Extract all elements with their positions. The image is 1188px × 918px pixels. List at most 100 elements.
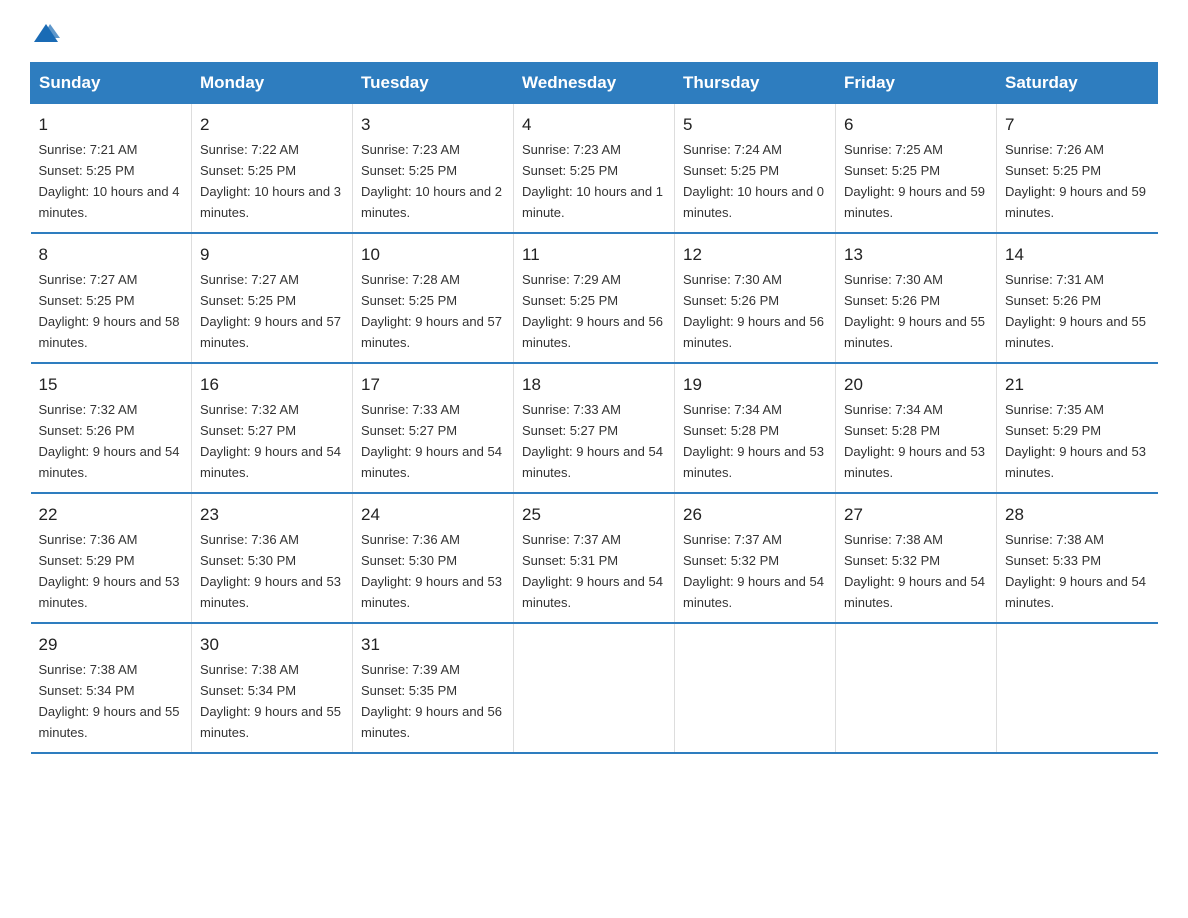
day-number: 10 <box>361 242 505 268</box>
day-number: 23 <box>200 502 344 528</box>
day-number: 4 <box>522 112 666 138</box>
day-number: 21 <box>1005 372 1150 398</box>
calendar-cell: 28 Sunrise: 7:38 AMSunset: 5:33 PMDayligh… <box>997 493 1158 623</box>
day-info: Sunrise: 7:29 AMSunset: 5:25 PMDaylight:… <box>522 272 663 350</box>
calendar-cell: 4 Sunrise: 7:23 AMSunset: 5:25 PMDaylight… <box>514 104 675 234</box>
calendar-cell: 6Sunrise: 7:25 AMSunset: 5:25 PMDaylight… <box>836 104 997 234</box>
calendar-week-row: 1 Sunrise: 7:21 AMSunset: 5:25 PMDaylight… <box>31 104 1158 234</box>
calendar-table: SundayMondayTuesdayWednesdayThursdayFrid… <box>30 62 1158 754</box>
calendar-cell: 14 Sunrise: 7:31 AMSunset: 5:26 PMDayligh… <box>997 233 1158 363</box>
day-number: 2 <box>200 112 344 138</box>
day-info: Sunrise: 7:36 AMSunset: 5:30 PMDaylight:… <box>361 532 502 610</box>
day-number: 12 <box>683 242 827 268</box>
calendar-cell: 30 Sunrise: 7:38 AMSunset: 5:34 PMDayligh… <box>192 623 353 753</box>
day-info: Sunrise: 7:23 AMSunset: 5:25 PMDaylight:… <box>361 142 502 220</box>
weekday-header-monday: Monday <box>192 63 353 104</box>
day-number: 31 <box>361 632 505 658</box>
calendar-cell: 23Sunrise: 7:36 AMSunset: 5:30 PMDayligh… <box>192 493 353 623</box>
day-info: Sunrise: 7:28 AMSunset: 5:25 PMDaylight:… <box>361 272 502 350</box>
day-number: 27 <box>844 502 988 528</box>
calendar-cell: 1 Sunrise: 7:21 AMSunset: 5:25 PMDaylight… <box>31 104 192 234</box>
day-info: Sunrise: 7:36 AMSunset: 5:29 PMDaylight:… <box>39 532 180 610</box>
logo-icon <box>32 20 60 48</box>
day-number: 6 <box>844 112 988 138</box>
day-number: 24 <box>361 502 505 528</box>
calendar-cell: 8Sunrise: 7:27 AMSunset: 5:25 PMDaylight… <box>31 233 192 363</box>
day-info: Sunrise: 7:37 AMSunset: 5:31 PMDaylight:… <box>522 532 663 610</box>
day-info: Sunrise: 7:22 AMSunset: 5:25 PMDaylight:… <box>200 142 341 220</box>
calendar-cell: 16 Sunrise: 7:32 AMSunset: 5:27 PMDayligh… <box>192 363 353 493</box>
day-info: Sunrise: 7:33 AMSunset: 5:27 PMDaylight:… <box>522 402 663 480</box>
calendar-cell <box>836 623 997 753</box>
day-number: 9 <box>200 242 344 268</box>
calendar-cell: 12Sunrise: 7:30 AMSunset: 5:26 PMDayligh… <box>675 233 836 363</box>
calendar-cell: 5Sunrise: 7:24 AMSunset: 5:25 PMDaylight… <box>675 104 836 234</box>
calendar-cell: 19Sunrise: 7:34 AMSunset: 5:28 PMDayligh… <box>675 363 836 493</box>
day-info: Sunrise: 7:21 AMSunset: 5:25 PMDaylight:… <box>39 142 180 220</box>
calendar-cell: 13Sunrise: 7:30 AMSunset: 5:26 PMDayligh… <box>836 233 997 363</box>
day-info: Sunrise: 7:39 AMSunset: 5:35 PMDaylight:… <box>361 662 502 740</box>
calendar-cell: 3 Sunrise: 7:23 AMSunset: 5:25 PMDaylight… <box>353 104 514 234</box>
calendar-cell: 31 Sunrise: 7:39 AMSunset: 5:35 PMDayligh… <box>353 623 514 753</box>
day-info: Sunrise: 7:34 AMSunset: 5:28 PMDaylight:… <box>844 402 985 480</box>
day-number: 25 <box>522 502 666 528</box>
day-info: Sunrise: 7:33 AMSunset: 5:27 PMDaylight:… <box>361 402 502 480</box>
day-number: 30 <box>200 632 344 658</box>
day-number: 13 <box>844 242 988 268</box>
weekday-header-thursday: Thursday <box>675 63 836 104</box>
day-info: Sunrise: 7:27 AMSunset: 5:25 PMDaylight:… <box>200 272 341 350</box>
day-number: 16 <box>200 372 344 398</box>
calendar-week-row: 15 Sunrise: 7:32 AMSunset: 5:26 PMDayligh… <box>31 363 1158 493</box>
day-info: Sunrise: 7:37 AMSunset: 5:32 PMDaylight:… <box>683 532 824 610</box>
calendar-cell: 25 Sunrise: 7:37 AMSunset: 5:31 PMDayligh… <box>514 493 675 623</box>
day-info: Sunrise: 7:32 AMSunset: 5:26 PMDaylight:… <box>39 402 180 480</box>
day-info: Sunrise: 7:32 AMSunset: 5:27 PMDaylight:… <box>200 402 341 480</box>
weekday-header-friday: Friday <box>836 63 997 104</box>
calendar-week-row: 22 Sunrise: 7:36 AMSunset: 5:29 PMDayligh… <box>31 493 1158 623</box>
day-number: 7 <box>1005 112 1150 138</box>
day-number: 28 <box>1005 502 1150 528</box>
calendar-cell: 27 Sunrise: 7:38 AMSunset: 5:32 PMDayligh… <box>836 493 997 623</box>
calendar-cell: 17 Sunrise: 7:33 AMSunset: 5:27 PMDayligh… <box>353 363 514 493</box>
calendar-cell: 26 Sunrise: 7:37 AMSunset: 5:32 PMDayligh… <box>675 493 836 623</box>
day-number: 18 <box>522 372 666 398</box>
calendar-cell: 21 Sunrise: 7:35 AMSunset: 5:29 PMDayligh… <box>997 363 1158 493</box>
day-info: Sunrise: 7:26 AMSunset: 5:25 PMDaylight:… <box>1005 142 1146 220</box>
calendar-week-row: 8 Sunrise: 7:27 AMSunset: 5:25 PMDaylight… <box>31 233 1158 363</box>
day-info: Sunrise: 7:31 AMSunset: 5:26 PMDaylight:… <box>1005 272 1146 350</box>
calendar-cell: 22 Sunrise: 7:36 AMSunset: 5:29 PMDayligh… <box>31 493 192 623</box>
weekday-header-wednesday: Wednesday <box>514 63 675 104</box>
day-info: Sunrise: 7:38 AMSunset: 5:34 PMDaylight:… <box>200 662 341 740</box>
calendar-cell: 15 Sunrise: 7:32 AMSunset: 5:26 PMDayligh… <box>31 363 192 493</box>
day-info: Sunrise: 7:23 AMSunset: 5:25 PMDaylight:… <box>522 142 663 220</box>
day-number: 20 <box>844 372 988 398</box>
weekday-header-sunday: Sunday <box>31 63 192 104</box>
day-number: 29 <box>39 632 184 658</box>
day-info: Sunrise: 7:38 AMSunset: 5:34 PMDaylight:… <box>39 662 180 740</box>
day-number: 8 <box>39 242 184 268</box>
day-number: 17 <box>361 372 505 398</box>
calendar-cell: 11Sunrise: 7:29 AMSunset: 5:25 PMDayligh… <box>514 233 675 363</box>
calendar-cell <box>514 623 675 753</box>
calendar-week-row: 29 Sunrise: 7:38 AMSunset: 5:34 PMDayligh… <box>31 623 1158 753</box>
day-number: 3 <box>361 112 505 138</box>
day-info: Sunrise: 7:38 AMSunset: 5:33 PMDaylight:… <box>1005 532 1146 610</box>
calendar-cell: 18 Sunrise: 7:33 AMSunset: 5:27 PMDayligh… <box>514 363 675 493</box>
calendar-cell <box>675 623 836 753</box>
calendar-cell: 9 Sunrise: 7:27 AMSunset: 5:25 PMDaylight… <box>192 233 353 363</box>
day-number: 15 <box>39 372 184 398</box>
day-number: 14 <box>1005 242 1150 268</box>
calendar-cell: 20 Sunrise: 7:34 AMSunset: 5:28 PMDayligh… <box>836 363 997 493</box>
page-header <box>30 20 1158 42</box>
day-info: Sunrise: 7:38 AMSunset: 5:32 PMDaylight:… <box>844 532 985 610</box>
calendar-cell: 7 Sunrise: 7:26 AMSunset: 5:25 PMDaylight… <box>997 104 1158 234</box>
day-number: 1 <box>39 112 184 138</box>
day-info: Sunrise: 7:34 AMSunset: 5:28 PMDaylight:… <box>683 402 824 480</box>
calendar-cell: 29 Sunrise: 7:38 AMSunset: 5:34 PMDayligh… <box>31 623 192 753</box>
day-info: Sunrise: 7:24 AMSunset: 5:25 PMDaylight:… <box>683 142 824 220</box>
day-number: 22 <box>39 502 184 528</box>
calendar-cell: 2 Sunrise: 7:22 AMSunset: 5:25 PMDaylight… <box>192 104 353 234</box>
day-info: Sunrise: 7:35 AMSunset: 5:29 PMDaylight:… <box>1005 402 1146 480</box>
day-number: 26 <box>683 502 827 528</box>
calendar-cell: 10 Sunrise: 7:28 AMSunset: 5:25 PMDayligh… <box>353 233 514 363</box>
